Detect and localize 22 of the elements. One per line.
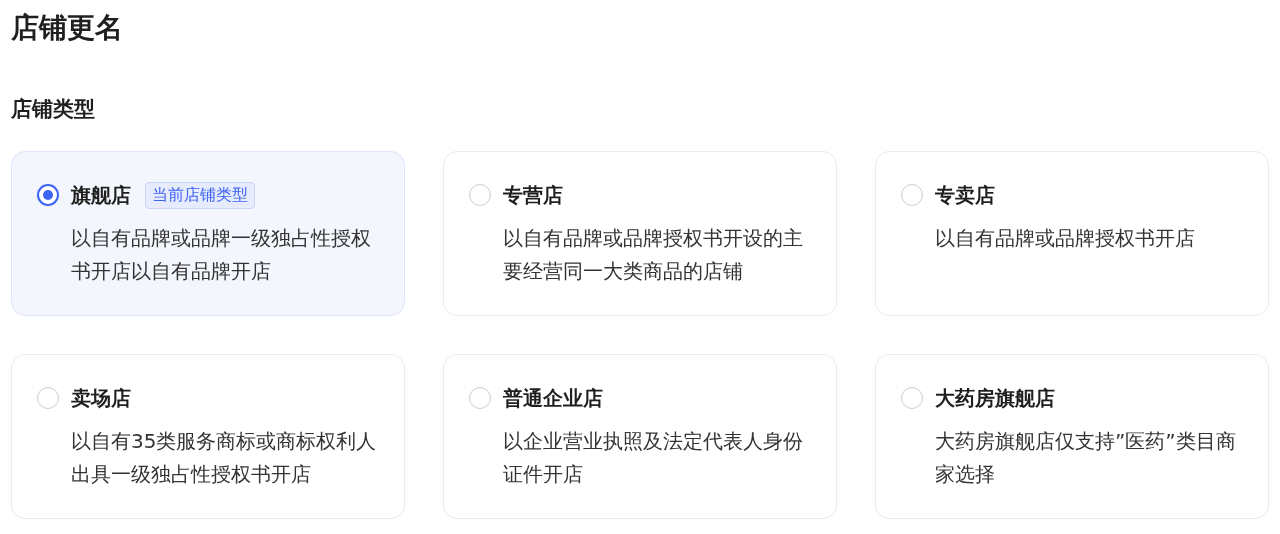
shop-type-description: 大药房旗舰店仅支持”医药”类目商家选择 — [935, 428, 1237, 488]
shop-type-description: 以自有品牌或品牌一级独占性授权书开店以自有品牌开店 — [71, 225, 372, 285]
shop-type-description: 以自有品牌或品牌授权书开店 — [935, 225, 1196, 252]
shop-type-name: 大药房旗舰店 — [935, 384, 1055, 412]
shop-type-name: 旗舰店 — [71, 181, 131, 209]
shop-type-description: 以自有35类服务商标或商标权利人出具一级独占性授权书开店 — [71, 428, 378, 488]
shop-type-name: 普通企业店 — [503, 384, 603, 412]
shop-type-name: 卖场店 — [71, 384, 131, 412]
shop-type-card[interactable]: 大药房旗舰店 大药房旗舰店仅支持”医药”类目商家选择 — [875, 354, 1269, 519]
section-title: 店铺类型 — [11, 96, 96, 123]
current-type-tag: 当前店铺类型 — [145, 181, 255, 209]
shop-type-card[interactable]: 普通企业店 以企业营业执照及法定代表人身份证件开店 — [443, 354, 837, 519]
shop-type-description: 以企业营业执照及法定代表人身份证件开店 — [503, 428, 804, 488]
shop-type-name: 专卖店 — [935, 181, 995, 209]
shop-type-description: 以自有品牌或品牌授权书开设的主要经营同一大类商品的店铺 — [503, 225, 804, 285]
shop-type-card[interactable]: 专卖店 以自有品牌或品牌授权书开店 — [875, 151, 1269, 316]
shop-type-card[interactable]: 专营店 以自有品牌或品牌授权书开设的主要经营同一大类商品的店铺 — [443, 151, 837, 316]
shop-type-card[interactable]: 旗舰店 当前店铺类型 以自有品牌或品牌一级独占性授权书开店以自有品牌开店 — [11, 151, 405, 316]
shop-type-card[interactable]: 卖场店 以自有35类服务商标或商标权利人出具一级独占性授权书开店 — [11, 354, 405, 519]
shop-type-name: 专营店 — [503, 181, 563, 209]
radio-button[interactable] — [37, 184, 59, 206]
page-title: 店铺更名 — [11, 10, 124, 46]
